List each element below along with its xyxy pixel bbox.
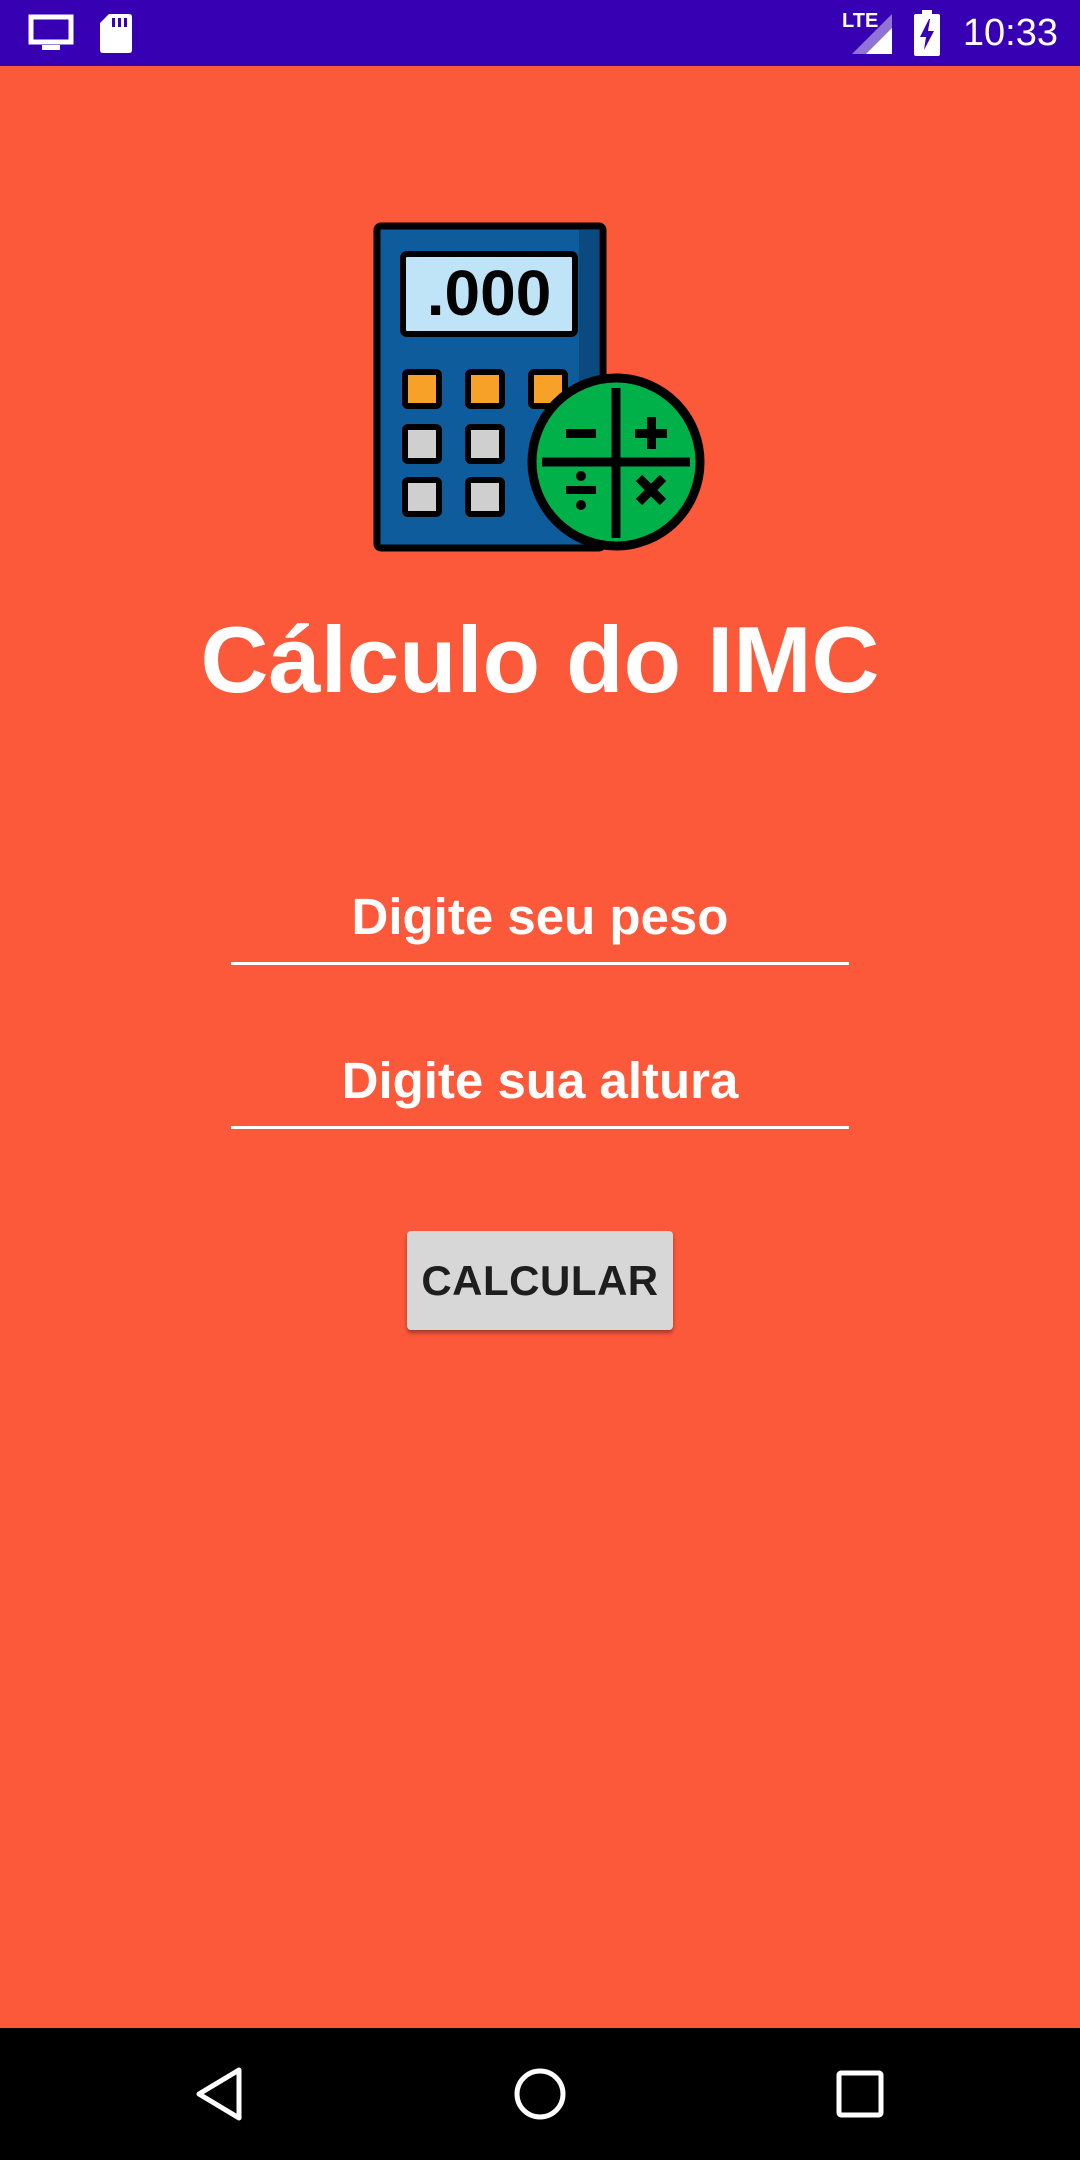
signal-icon: [852, 14, 892, 54]
app-screen: LTE 10:33 .000 Cálculo do IMC Digite seu…: [0, 0, 1080, 2160]
home-icon[interactable]: [510, 2064, 570, 2124]
weight-input-placeholder: Digite seu peso: [351, 888, 729, 945]
weight-input[interactable]: Digite seu peso: [231, 872, 849, 965]
status-time: 10:33: [962, 12, 1058, 54]
status-bar: LTE 10:33: [0, 0, 1080, 66]
sd-card-icon: [100, 14, 132, 53]
height-input-placeholder: Digite sua altura: [341, 1052, 739, 1109]
calculate-button[interactable]: CALCULAR: [407, 1231, 673, 1330]
recents-icon[interactable]: [830, 2064, 890, 2124]
monitor-icon: [28, 14, 74, 50]
calculator-math-icon: .000: [373, 222, 705, 552]
calculator-display-text: .000: [427, 257, 552, 329]
back-icon[interactable]: [191, 2064, 251, 2124]
navigation-bar: [0, 2028, 1080, 2160]
height-input[interactable]: Digite sua altura: [231, 1036, 849, 1129]
battery-charging-icon: [914, 10, 940, 56]
page-title: Cálculo do IMC: [200, 607, 880, 712]
